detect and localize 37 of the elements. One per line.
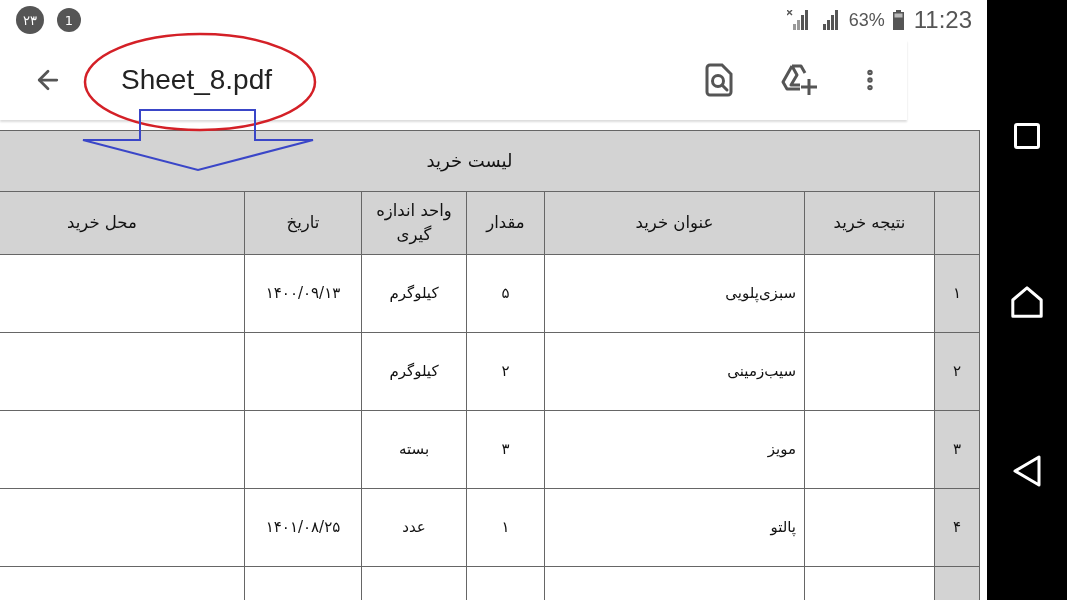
column-header: مقدار: [486, 212, 525, 235]
document-search-icon[interactable]: [705, 63, 733, 97]
table-cell-text: ۱۴۰۱/۰۸/۲۵: [265, 516, 341, 538]
column-header: تاریخ: [286, 212, 320, 235]
battery-percentage: 63%: [848, 9, 885, 31]
table-cell-text: کیلوگرم: [389, 360, 439, 382]
item-name: سیب‌زمینی: [727, 360, 796, 382]
table-cell-text: ۲: [501, 360, 510, 382]
signal-off-icon: [786, 10, 809, 30]
notification-badge: ۲۳: [16, 6, 44, 34]
table-cell-text: ۱: [501, 516, 510, 538]
item-name: مویز: [767, 438, 796, 460]
column-header: واحد اندازه گیری: [375, 200, 453, 247]
row-number: ۴: [952, 516, 962, 538]
item-name: پالتو: [770, 516, 796, 538]
home-icon[interactable]: [1011, 286, 1043, 318]
back-icon[interactable]: [1013, 455, 1041, 487]
table-cell-text: بسته: [398, 438, 430, 460]
column-header: نتیجه خرید: [833, 212, 906, 235]
table-cell-text: ۳: [501, 438, 510, 460]
notification-badge: 1: [57, 8, 81, 32]
row-number: ۲: [952, 360, 962, 382]
column-header: محل خرید: [67, 212, 137, 235]
row-number: ۱: [952, 282, 962, 304]
file-title: Sheet_8.pdf: [121, 64, 273, 96]
table-cell-text: ۱۴۰۰/۰۹/۱۳: [265, 282, 341, 304]
drive-add-icon[interactable]: [781, 64, 817, 96]
table-cell-text: ۵: [501, 282, 510, 304]
clock-time: 11:23: [913, 6, 972, 34]
row-number: ۳: [952, 438, 962, 460]
table-cell-text: کیلوگرم: [389, 282, 439, 304]
square-icon[interactable]: [1014, 123, 1040, 149]
table-title: لیست خرید: [426, 148, 513, 174]
table-cell-text: عدد: [402, 516, 426, 538]
column-header: عنوان خرید: [635, 212, 714, 235]
battery-icon: [892, 10, 904, 30]
item-name: سبزی‌پلویی: [725, 282, 796, 304]
